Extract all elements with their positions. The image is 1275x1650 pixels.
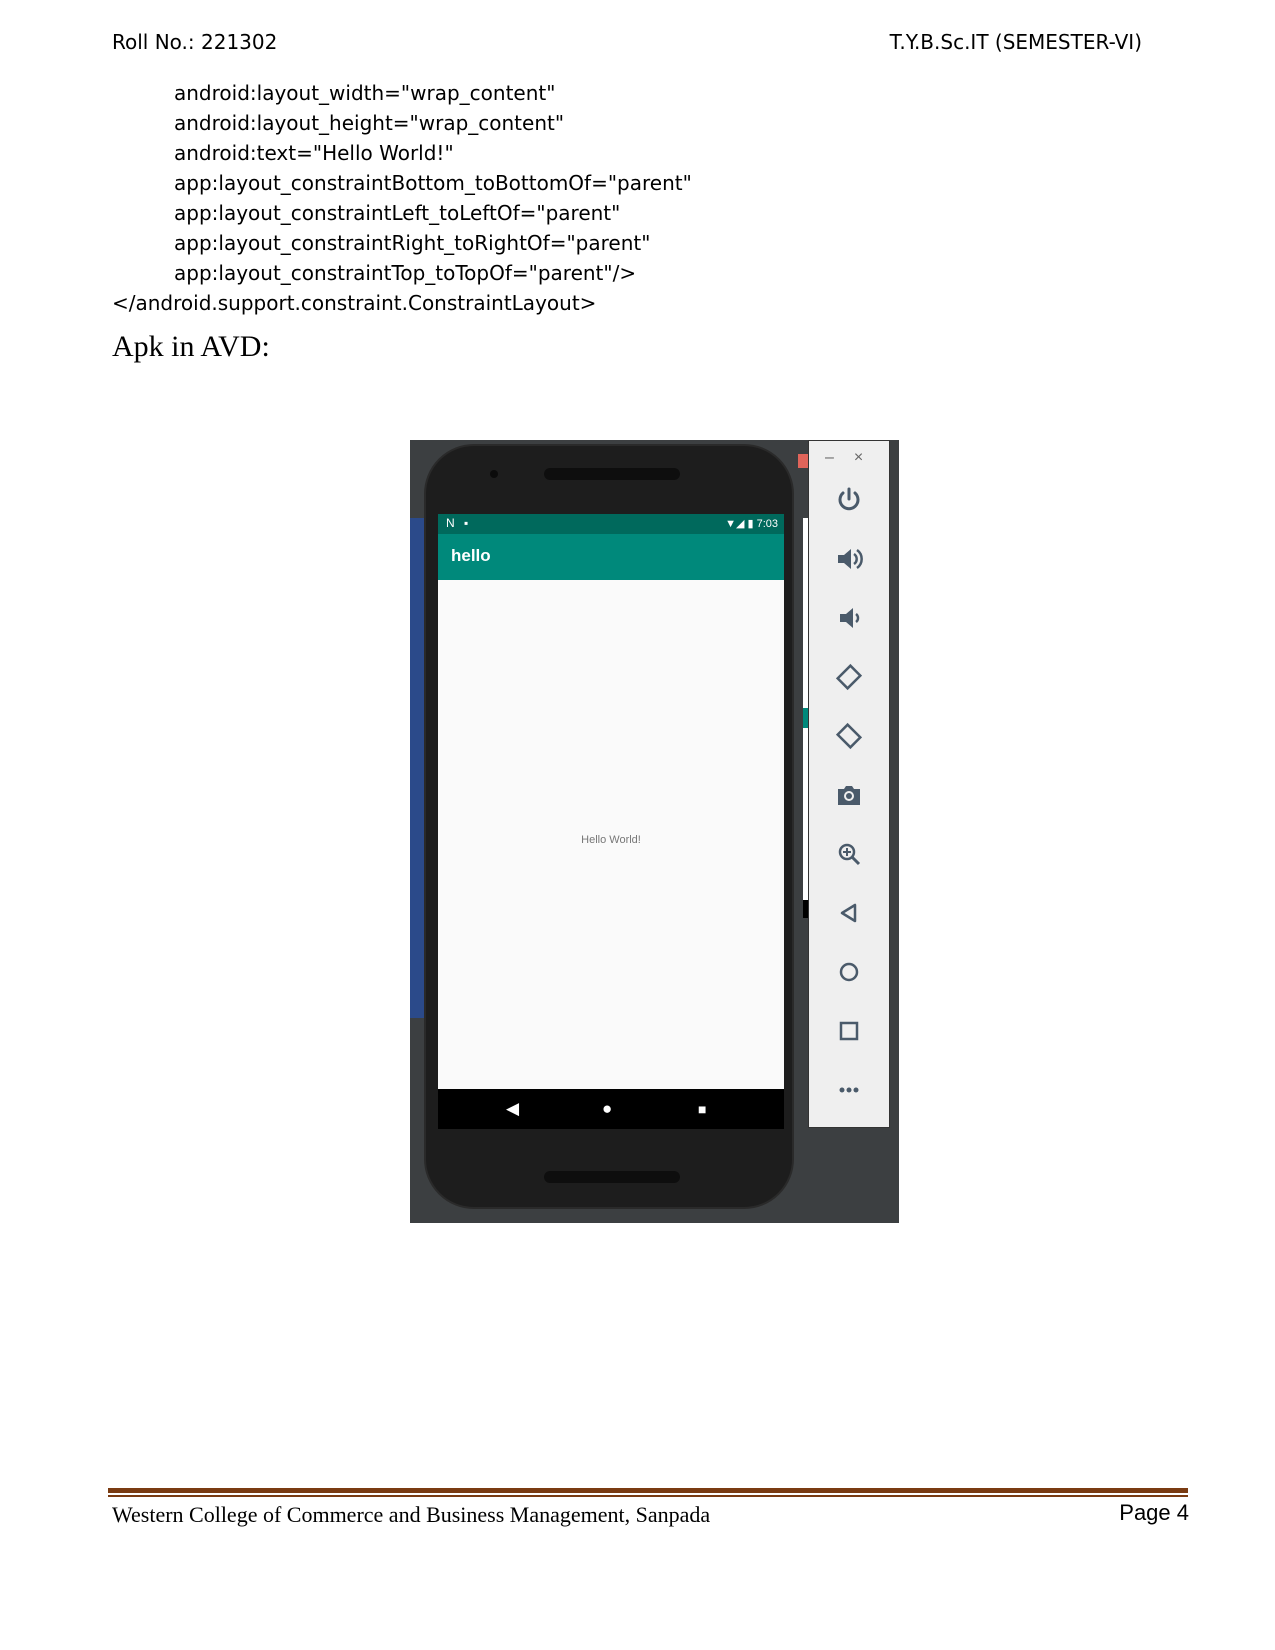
phone-frame: N ▪ ▼◢ ▮ 7:03 hello Hello World! ◀ ● ■ — [424, 444, 794, 1209]
status-time: 7:03 — [756, 518, 778, 530]
notification-icons: N ▪ — [446, 516, 472, 530]
back-icon[interactable] — [809, 898, 889, 938]
emulator-screenshot: N ▪ ▼◢ ▮ 7:03 hello Hello World! ◀ ● ■ –… — [410, 440, 899, 1223]
ide-background-strip — [410, 518, 424, 1018]
emulator-toolbar: –× — [808, 440, 890, 1128]
header-roll-number: Roll No.: 221302 — [112, 30, 278, 54]
rotate-right-icon[interactable] — [809, 721, 889, 761]
footer-college: Western College of Commerce and Business… — [112, 1502, 711, 1527]
app-title: hello — [451, 546, 491, 565]
code-line: app:layout_constraintLeft_toLeftOf="pare… — [174, 201, 621, 225]
camera-icon[interactable] — [809, 780, 889, 820]
code-line: android:layout_height="wrap_content" — [174, 111, 565, 135]
footer-rule — [108, 1488, 1188, 1493]
code-line: app:layout_constraintRight_toRightOf="pa… — [174, 231, 651, 255]
app-bar: hello — [438, 534, 784, 580]
code-line: android:layout_width="wrap_content" — [174, 81, 556, 105]
nav-overview-icon[interactable]: ■ — [698, 1099, 706, 1119]
code-line: app:layout_constraintTop_toTopOf="parent… — [174, 261, 637, 285]
code-line: app:layout_constraintBottom_toBottomOf="… — [174, 171, 692, 195]
top-speaker — [544, 468, 680, 480]
zoom-icon[interactable] — [809, 839, 889, 879]
header-semester: T.Y.B.Sc.IT (SEMESTER-VI) — [889, 30, 1142, 54]
volume-down-icon[interactable] — [809, 603, 889, 643]
signal-icon: ▼◢ ▮ — [725, 518, 757, 530]
home-icon[interactable] — [809, 957, 889, 997]
nav-home-icon[interactable]: ● — [602, 1099, 612, 1119]
power-icon[interactable] — [809, 485, 889, 525]
section-title: Apk in AVD: — [112, 330, 270, 363]
status-bar: N ▪ ▼◢ ▮ 7:03 — [438, 514, 784, 534]
navigation-bar: ◀ ● ■ — [438, 1089, 784, 1129]
volume-up-icon[interactable] — [809, 544, 889, 584]
footer-rule-thin — [108, 1495, 1188, 1497]
nav-back-icon[interactable]: ◀ — [506, 1099, 519, 1119]
more-icon[interactable] — [809, 1075, 889, 1115]
code-line: </android.support.constraint.ConstraintL… — [112, 291, 597, 315]
rotate-left-icon[interactable] — [809, 662, 889, 702]
overview-icon[interactable] — [809, 1016, 889, 1056]
hello-world-text: Hello World! — [581, 834, 641, 846]
phone-screen: N ▪ ▼◢ ▮ 7:03 hello Hello World! ◀ ● ■ — [438, 514, 784, 1129]
bottom-speaker — [544, 1171, 680, 1183]
code-line: android:text="Hello World!" — [174, 141, 454, 165]
front-camera — [490, 470, 498, 478]
code-listing: android:layout_width="wrap_content" andr… — [112, 78, 692, 318]
page-number: Page 4 — [1119, 1500, 1189, 1525]
window-controls[interactable]: –× — [825, 449, 883, 467]
